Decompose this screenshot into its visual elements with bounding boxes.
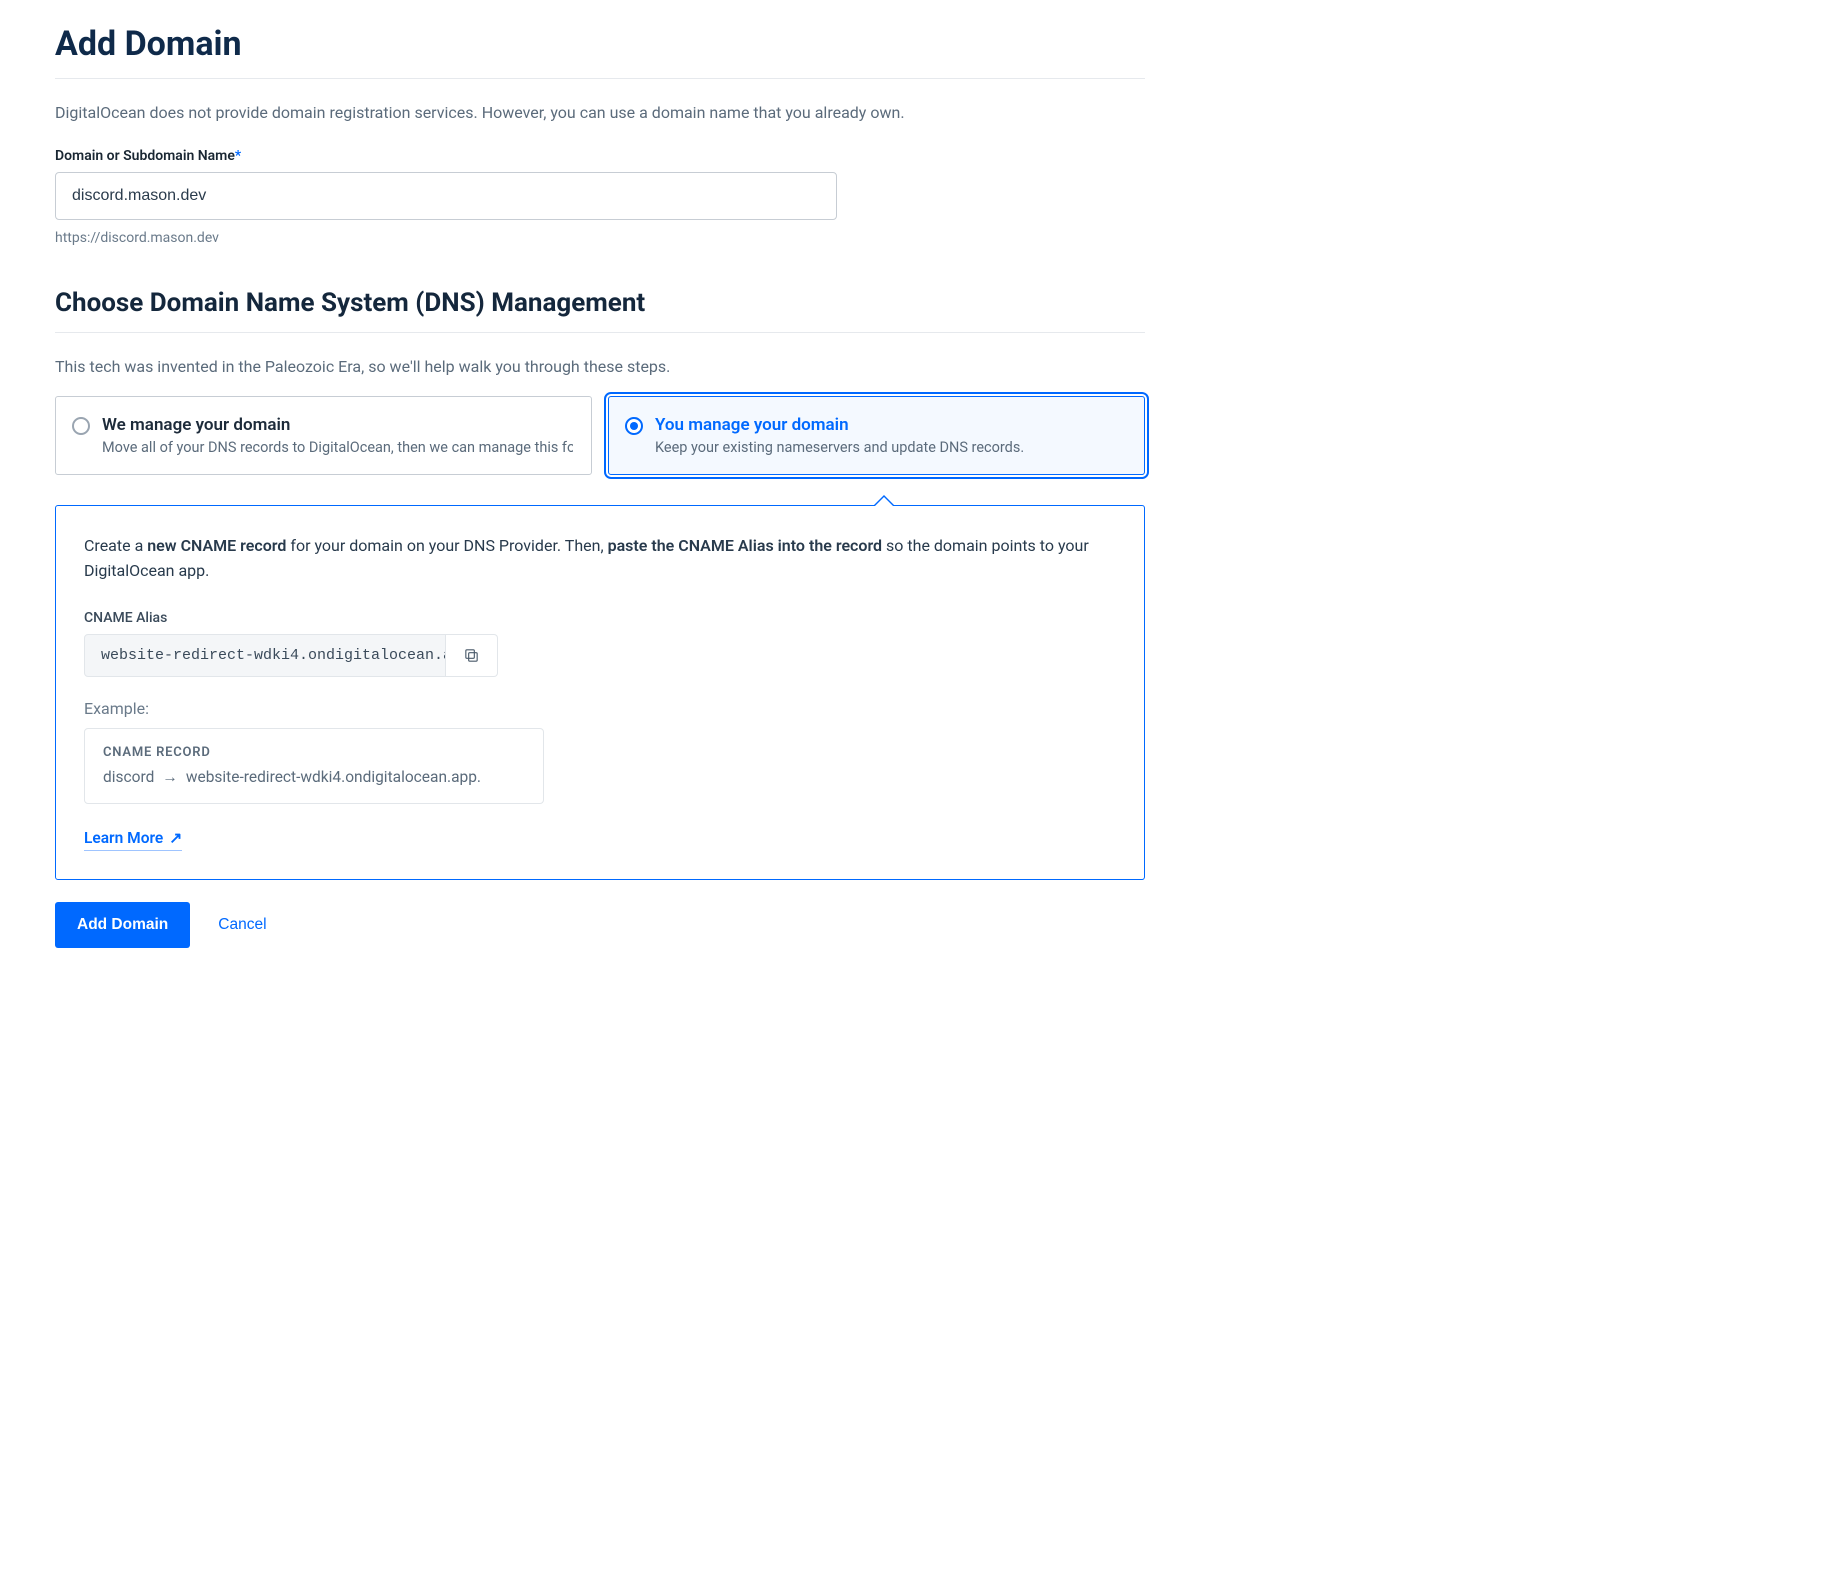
dns-callout: Create a new CNAME record for your domai… <box>55 505 1145 880</box>
radio-we-manage-title: We manage your domain <box>102 415 573 435</box>
required-star: * <box>235 148 241 164</box>
external-link-icon: ↗ <box>169 829 182 847</box>
domain-input[interactable] <box>55 172 837 220</box>
learn-more-link[interactable]: Learn More ↗ <box>84 829 182 851</box>
domain-helper-text: https://discord.mason.dev <box>55 230 1145 246</box>
arrow-right-icon: → <box>162 768 178 787</box>
add-domain-button[interactable]: Add Domain <box>55 902 190 948</box>
copy-alias-button[interactable] <box>446 634 498 677</box>
dns-intro-text: This tech was invented in the Paleozoic … <box>55 357 1145 376</box>
callout-arrow-icon <box>873 495 895 506</box>
radio-icon <box>625 417 643 435</box>
page-title: Add Domain <box>55 24 1145 64</box>
example-box: CNAME RECORD discord → website-redirect-… <box>84 728 544 804</box>
divider <box>55 78 1145 79</box>
example-from: discord <box>103 768 154 786</box>
radio-you-manage-title: You manage your domain <box>655 415 1126 435</box>
cancel-button[interactable]: Cancel <box>212 915 272 935</box>
domain-field-label: Domain or Subdomain Name* <box>55 148 1145 164</box>
copy-icon <box>463 647 480 664</box>
example-label: Example: <box>84 699 1116 718</box>
example-heading: CNAME RECORD <box>103 745 525 760</box>
cname-alias-label: CNAME Alias <box>84 610 1116 626</box>
callout-instructions: Create a new CNAME record for your domai… <box>84 534 1116 584</box>
radio-icon <box>72 417 90 435</box>
intro-text: DigitalOcean does not provide domain reg… <box>55 103 1145 122</box>
radio-you-manage-desc: Keep your existing nameservers and updat… <box>655 439 1126 456</box>
cname-alias-value: website-redirect-wdki4.ondigitalocean.ap… <box>84 634 446 677</box>
divider <box>55 332 1145 333</box>
example-to: website-redirect-wdki4.ondigitalocean.ap… <box>186 768 481 786</box>
dns-section-title: Choose Domain Name System (DNS) Manageme… <box>55 288 1145 318</box>
radio-we-manage[interactable]: We manage your domain Move all of your D… <box>55 396 592 475</box>
radio-you-manage[interactable]: You manage your domain Keep your existin… <box>608 396 1145 475</box>
radio-we-manage-desc: Move all of your DNS records to DigitalO… <box>102 439 573 456</box>
